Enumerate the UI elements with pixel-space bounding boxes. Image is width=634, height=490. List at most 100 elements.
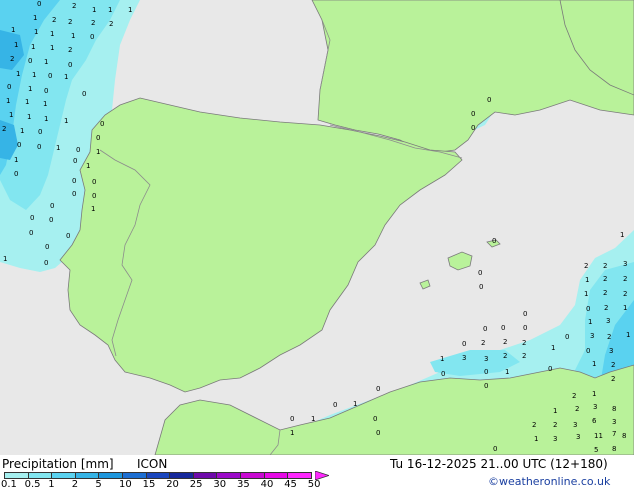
- precip-value-label: 3: [573, 421, 577, 429]
- precip-value-label: 0: [37, 143, 41, 151]
- precip-value-label: 1: [584, 290, 588, 298]
- precip-value-label: 0: [373, 415, 377, 423]
- precip-value-label: 3: [590, 332, 594, 340]
- precip-value-label: 1: [20, 127, 24, 135]
- legend-tick-label: 5: [95, 479, 102, 490]
- legend-datetime: Tu 16-12-2025 21..00 UTC (12+180): [390, 457, 608, 471]
- legend-color-swatch: [216, 472, 241, 479]
- precip-value-label: 1: [44, 58, 48, 66]
- legend-tick-label: 2: [71, 479, 79, 490]
- precip-value-label: 2: [604, 304, 608, 312]
- precip-value-label: 0: [586, 347, 590, 355]
- precip-value-label: 2: [575, 405, 579, 413]
- precip-value-label: 0: [7, 83, 11, 91]
- legend-panel: Precipitation [mm] ICON Tu 16-12-2025 21…: [0, 455, 634, 490]
- precip-value-label: 1: [64, 73, 68, 81]
- precip-value-label: 2: [584, 262, 588, 270]
- precip-value-label: 1: [9, 111, 13, 119]
- legend-tick-label: 40: [260, 479, 274, 490]
- precip-value-label: 0: [50, 202, 54, 210]
- legend-tick-label: 20: [166, 479, 179, 490]
- precip-value-label: 1: [32, 71, 36, 79]
- precip-value-label: 1: [50, 30, 54, 38]
- legend-tick-label: 1: [48, 479, 55, 490]
- legend-tick-label: 25: [189, 479, 203, 490]
- precip-value-label: 3: [606, 317, 610, 325]
- precip-value-label: 0: [92, 192, 96, 200]
- precip-value-label: 0: [37, 0, 41, 8]
- precip-value-label: 0: [38, 128, 42, 136]
- precip-value-label: 3: [484, 355, 488, 363]
- precip-value-label: 8: [622, 432, 626, 440]
- precip-value-label: 1: [11, 26, 15, 34]
- precip-value-label: 0: [471, 110, 475, 118]
- legend-tick-label: 0.1: [1, 479, 17, 490]
- legend-credit: ©weatheronline.co.uk: [488, 475, 611, 488]
- legend-title: Precipitation [mm]: [2, 457, 114, 471]
- precip-value-label: 1: [56, 144, 60, 152]
- legend-color-swatch: [287, 472, 312, 479]
- precip-value-label: 0: [44, 259, 48, 267]
- precip-value-label: 1: [44, 115, 48, 123]
- precip-value-label: 2: [481, 339, 485, 347]
- precip-value-label: 0: [44, 87, 48, 95]
- precip-value-label: 0: [478, 269, 482, 277]
- legend-color-swatch: [263, 472, 289, 479]
- precip-value-label: 0: [45, 243, 49, 251]
- precip-value-label: 0: [487, 96, 491, 104]
- precip-value-label: 0: [72, 190, 76, 198]
- precip-value-label: 1: [16, 70, 20, 78]
- precip-value-label: 0: [76, 146, 80, 154]
- precip-value-label: 0: [90, 33, 94, 41]
- precip-value-label: 8: [612, 445, 616, 453]
- precip-value-label: 1: [34, 28, 38, 36]
- precip-value-label: 1: [31, 43, 35, 51]
- precip-value-label: 0: [548, 365, 552, 373]
- legend-tick-label: 50: [307, 479, 321, 490]
- precip-value-label: 1: [33, 14, 37, 22]
- legend-tick-label: 10: [119, 479, 132, 490]
- legend-tick-label: 30: [213, 479, 227, 490]
- precip-value-label: 0: [479, 283, 483, 291]
- precip-value-label: 0: [483, 325, 487, 333]
- precip-value-label: 2: [623, 275, 627, 283]
- precip-value-label: 0: [49, 216, 53, 224]
- precip-value-label: 2: [109, 20, 113, 28]
- legend-color-swatch: [169, 472, 194, 479]
- precip-value-label: 2: [603, 275, 607, 283]
- precip-value-label: 1: [64, 117, 68, 125]
- legend-arrow-icon: [315, 471, 329, 480]
- precip-value-label: 0: [493, 445, 497, 453]
- precip-value-label: 1: [505, 368, 509, 376]
- precip-value-label: 2: [532, 421, 536, 429]
- precip-value-label: 0: [484, 382, 488, 390]
- precip-value-label: 2: [572, 392, 576, 400]
- precip-value-label: 1: [96, 148, 100, 156]
- precip-value-label: 0: [441, 370, 445, 378]
- precip-value-label: 2: [2, 125, 6, 133]
- precip-value-label: 2: [607, 333, 611, 341]
- legend-tick-label: 35: [237, 479, 250, 490]
- precip-value-label: 0: [14, 170, 18, 178]
- legend-tick-label: 45: [284, 479, 297, 490]
- precip-value-label: 2: [611, 375, 615, 383]
- precip-value-label: 0: [73, 157, 77, 165]
- precip-value-label: 11: [594, 432, 603, 440]
- precip-value-label: 1: [588, 318, 592, 326]
- precip-value-label: 3: [576, 433, 580, 441]
- precip-value-label: 0: [462, 340, 466, 348]
- precip-value-label: 1: [626, 331, 630, 339]
- precip-value-label: 0: [333, 401, 337, 409]
- precip-value-label: 2: [52, 16, 56, 24]
- precip-value-label: 0: [30, 214, 34, 222]
- precip-value-label: 3: [593, 403, 597, 411]
- precip-value-label: 1: [91, 205, 95, 213]
- precip-value-label: 2: [10, 55, 14, 63]
- precip-value-label: 3: [553, 435, 557, 443]
- precip-value-label: 0: [523, 324, 527, 332]
- precip-value-label: 3: [623, 260, 627, 268]
- precip-value-label: 1: [3, 255, 7, 263]
- precip-value-label: 2: [603, 262, 607, 270]
- precip-value-label: 0: [565, 333, 569, 341]
- precip-value-label: 0: [92, 178, 96, 186]
